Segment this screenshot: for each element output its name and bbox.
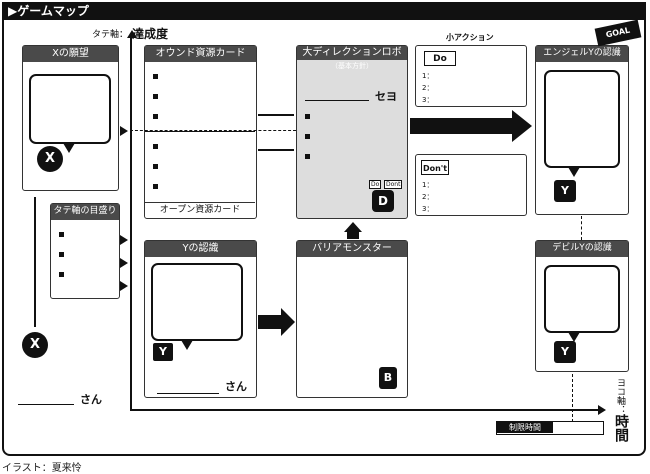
do-label: Do <box>424 51 456 66</box>
page-title: ▶ゲームマップ <box>2 2 646 20</box>
time-limit-bar: 制限時間 <box>496 421 604 435</box>
horizontal-axis-arrow <box>598 405 606 415</box>
direction-robot-card: 大ディレクションロボ （基本方針） セヨ Do Dont D <box>296 45 408 219</box>
direction-robot-subheader: （基本方針） <box>331 62 373 70</box>
big-arrow-body <box>410 118 513 134</box>
scale-arrow-2 <box>120 258 128 268</box>
bullet-marker <box>153 144 158 149</box>
devil-y-header: デビルYの認識 <box>536 241 628 257</box>
speech-bubble <box>544 265 620 333</box>
dont-item-3: 3： <box>422 205 434 213</box>
y-axis-scale-header: タテ軸の目盛り <box>51 204 119 220</box>
speech-bubble <box>544 70 620 168</box>
y-to-barrier-arrow-body <box>258 315 282 329</box>
robot-dont-tag: Dont <box>384 180 403 189</box>
x-desire-header: Xの願望 <box>23 46 118 62</box>
bullet-marker <box>153 74 158 79</box>
y-axis-scale-bullets <box>59 230 64 290</box>
link-line <box>34 197 36 327</box>
barrier-monster-icon: B <box>379 367 397 389</box>
time-limit-guide <box>572 374 573 422</box>
owned-resource-card: オウンド資源カード オープン資源カード <box>144 45 257 219</box>
y-avatar-icon: Y <box>153 343 173 361</box>
speech-bubble-tail <box>63 143 75 153</box>
angel-y-icon: Y <box>554 180 576 202</box>
x-avatar-icon: X <box>37 146 63 172</box>
robot-bullets <box>305 112 310 172</box>
x-desire-card: Xの願望 X <box>22 45 119 191</box>
bullet-marker <box>59 252 64 257</box>
speech-bubble-tail <box>568 167 580 177</box>
up-arrow-stem <box>347 231 359 239</box>
y-recognition-card: Yの認識 Y さん <box>144 240 257 398</box>
open-resource-bullets <box>153 142 158 202</box>
robot-do-tag: Do <box>369 180 382 189</box>
horizontal-axis-prefix: ヨコ軸： <box>615 378 625 414</box>
time-limit-label: 制限時間 <box>497 422 553 433</box>
card-divider <box>145 131 255 132</box>
bullet-marker <box>305 154 310 159</box>
bullet-marker <box>305 134 310 139</box>
x-desire-arrow <box>120 126 128 136</box>
y-name-suffix: さん <box>225 380 247 393</box>
do-item-1: 1： <box>422 72 434 80</box>
big-arrow-head <box>512 110 532 142</box>
bullet-marker <box>305 114 310 119</box>
devil-y-card: デビルYの認識 Y <box>535 240 629 372</box>
speech-bubble <box>151 263 243 341</box>
robot-name-line <box>305 100 369 101</box>
angel-y-header: エンジェルYの認識 <box>536 46 628 62</box>
owned-resource-bullets <box>153 72 158 132</box>
speech-bubble-tail <box>181 340 193 350</box>
vertical-axis-prefix: タテ軸： <box>92 30 129 40</box>
small-action-header: 小アクション <box>446 33 494 42</box>
horizontal-axis <box>130 409 600 411</box>
speech-bubble <box>29 74 111 144</box>
do-item-3: 3： <box>422 96 434 104</box>
robot-icon: D <box>372 190 394 212</box>
dont-box: Don't 1： 2： 3： <box>415 154 527 216</box>
do-item-2: 2： <box>422 84 434 92</box>
illustration-credit: イラスト：夏来怜 <box>2 463 82 474</box>
y-name-line <box>157 393 219 394</box>
vertical-axis-label: 達成度 <box>132 27 169 41</box>
x-name-line <box>18 404 74 405</box>
resource-arrow-2 <box>258 149 294 151</box>
dont-item-2: 2： <box>422 193 434 201</box>
barrier-monster-header: バリアモンスター <box>297 241 407 257</box>
horizontal-axis-label: 時間 <box>613 414 629 442</box>
angel-y-card: エンジェルYの認識 Y <box>535 45 629 215</box>
y-to-barrier-arrow-head <box>281 308 295 336</box>
dont-item-1: 1： <box>422 181 434 189</box>
bullet-marker <box>59 272 64 277</box>
scale-arrow-3 <box>120 281 128 291</box>
y-recognition-header: Yの認識 <box>145 241 256 257</box>
owned-resource-header: オウンド資源カード <box>145 46 256 62</box>
do-box: Do 1： 2： 3： <box>415 45 527 107</box>
scale-arrow-1 <box>120 235 128 245</box>
x-person-icon: X <box>22 332 48 358</box>
bullet-marker <box>59 232 64 237</box>
x-desire-link <box>130 130 296 131</box>
x-name-suffix: さん <box>80 393 102 406</box>
y-axis-scale-card: タテ軸の目盛り <box>50 203 120 299</box>
bullet-marker <box>153 164 158 169</box>
bullet-marker <box>153 184 158 189</box>
angel-devil-link <box>581 216 582 240</box>
resource-arrow-1 <box>258 114 294 116</box>
open-resource-footer: オープン資源カード <box>145 202 255 218</box>
barrier-monster-card: バリアモンスター B <box>296 240 408 398</box>
dont-label: Don't <box>421 160 449 175</box>
robot-suffix: セヨ <box>375 90 397 103</box>
direction-robot-header: 大ディレクションロボ <box>297 46 407 60</box>
bullet-marker <box>153 114 158 119</box>
vertical-axis <box>130 38 132 410</box>
bullet-marker <box>153 94 158 99</box>
game-map: ▶ゲームマップ タテ軸： 達成度 ヨコ軸： 時間 制限時間 Xの願望 X タテ軸… <box>0 0 650 474</box>
devil-y-icon: Y <box>554 341 576 363</box>
